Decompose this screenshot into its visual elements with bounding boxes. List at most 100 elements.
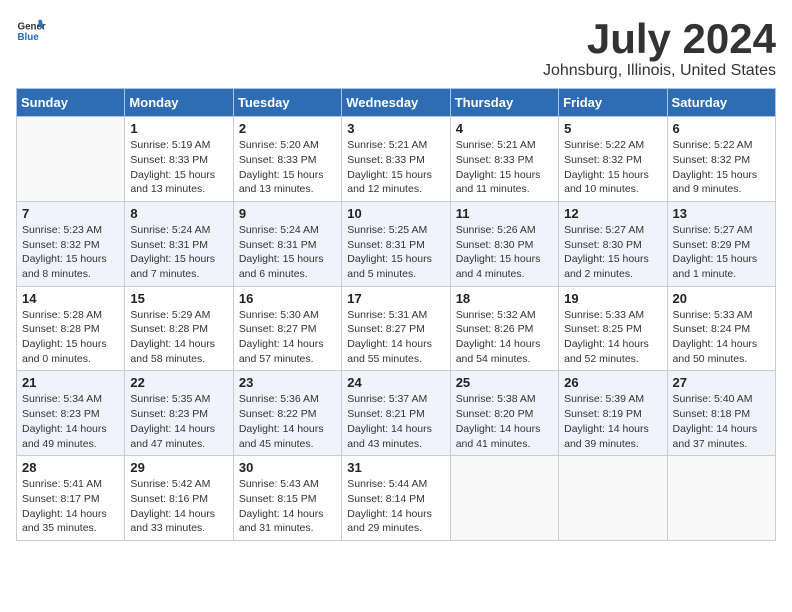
logo-icon: General Blue: [16, 16, 46, 46]
calendar-cell: [667, 456, 775, 541]
day-info: Sunrise: 5:21 AM Sunset: 8:33 PM Dayligh…: [347, 138, 444, 197]
calendar-table: SundayMondayTuesdayWednesdayThursdayFrid…: [16, 88, 776, 541]
weekday-header: Wednesday: [342, 89, 450, 117]
day-info: Sunrise: 5:34 AM Sunset: 8:23 PM Dayligh…: [22, 392, 119, 451]
calendar-week-row: 1 Sunrise: 5:19 AM Sunset: 8:33 PM Daylig…: [17, 117, 776, 202]
day-number: 12: [564, 206, 661, 221]
day-info: Sunrise: 5:44 AM Sunset: 8:14 PM Dayligh…: [347, 477, 444, 536]
day-number: 26: [564, 375, 661, 390]
day-info: Sunrise: 5:22 AM Sunset: 8:32 PM Dayligh…: [564, 138, 661, 197]
day-info: Sunrise: 5:42 AM Sunset: 8:16 PM Dayligh…: [130, 477, 227, 536]
calendar-cell: 27 Sunrise: 5:40 AM Sunset: 8:18 PM Dayli…: [667, 371, 775, 456]
day-number: 14: [22, 291, 119, 306]
day-info: Sunrise: 5:19 AM Sunset: 8:33 PM Dayligh…: [130, 138, 227, 197]
day-number: 23: [239, 375, 336, 390]
calendar-cell: 1 Sunrise: 5:19 AM Sunset: 8:33 PM Daylig…: [125, 117, 233, 202]
svg-text:Blue: Blue: [18, 32, 40, 43]
day-info: Sunrise: 5:39 AM Sunset: 8:19 PM Dayligh…: [564, 392, 661, 451]
calendar-cell: 9 Sunrise: 5:24 AM Sunset: 8:31 PM Daylig…: [233, 201, 341, 286]
page-header: General Blue July 2024 Johnsburg, Illino…: [16, 16, 776, 80]
day-info: Sunrise: 5:37 AM Sunset: 8:21 PM Dayligh…: [347, 392, 444, 451]
day-info: Sunrise: 5:40 AM Sunset: 8:18 PM Dayligh…: [673, 392, 770, 451]
calendar-cell: 26 Sunrise: 5:39 AM Sunset: 8:19 PM Dayli…: [559, 371, 667, 456]
calendar-cell: 30 Sunrise: 5:43 AM Sunset: 8:15 PM Dayli…: [233, 456, 341, 541]
calendar-cell: 12 Sunrise: 5:27 AM Sunset: 8:30 PM Dayli…: [559, 201, 667, 286]
calendar-cell: 23 Sunrise: 5:36 AM Sunset: 8:22 PM Dayli…: [233, 371, 341, 456]
day-number: 28: [22, 460, 119, 475]
day-number: 16: [239, 291, 336, 306]
day-number: 17: [347, 291, 444, 306]
calendar-cell: 29 Sunrise: 5:42 AM Sunset: 8:16 PM Dayli…: [125, 456, 233, 541]
day-info: Sunrise: 5:36 AM Sunset: 8:22 PM Dayligh…: [239, 392, 336, 451]
weekday-header: Monday: [125, 89, 233, 117]
day-info: Sunrise: 5:22 AM Sunset: 8:32 PM Dayligh…: [673, 138, 770, 197]
day-number: 3: [347, 121, 444, 136]
day-info: Sunrise: 5:25 AM Sunset: 8:31 PM Dayligh…: [347, 223, 444, 282]
day-number: 10: [347, 206, 444, 221]
day-number: 4: [456, 121, 553, 136]
day-number: 6: [673, 121, 770, 136]
day-number: 9: [239, 206, 336, 221]
day-number: 7: [22, 206, 119, 221]
title-area: July 2024 Johnsburg, Illinois, United St…: [543, 16, 776, 80]
location-title: Johnsburg, Illinois, United States: [543, 62, 776, 80]
day-info: Sunrise: 5:31 AM Sunset: 8:27 PM Dayligh…: [347, 308, 444, 367]
day-info: Sunrise: 5:33 AM Sunset: 8:24 PM Dayligh…: [673, 308, 770, 367]
calendar-cell: 25Sunrise: 5:38 AM Sunset: 8:20 PM Dayli…: [450, 371, 558, 456]
calendar-cell: [450, 456, 558, 541]
calendar-cell: 16 Sunrise: 5:30 AM Sunset: 8:27 PM Dayli…: [233, 286, 341, 371]
weekday-header: Sunday: [17, 89, 125, 117]
day-info: Sunrise: 5:41 AM Sunset: 8:17 PM Dayligh…: [22, 477, 119, 536]
day-number: 19: [564, 291, 661, 306]
day-number: 2: [239, 121, 336, 136]
day-number: 29: [130, 460, 227, 475]
day-number: 30: [239, 460, 336, 475]
day-info: Sunrise: 5:20 AM Sunset: 8:33 PM Dayligh…: [239, 138, 336, 197]
calendar-cell: 4 Sunrise: 5:21 AM Sunset: 8:33 PM Daylig…: [450, 117, 558, 202]
calendar-cell: 8Sunrise: 5:24 AM Sunset: 8:31 PM Daylig…: [125, 201, 233, 286]
day-number: 21: [22, 375, 119, 390]
calendar-cell: 24Sunrise: 5:37 AM Sunset: 8:21 PM Dayli…: [342, 371, 450, 456]
calendar-cell: 10 Sunrise: 5:25 AM Sunset: 8:31 PM Dayli…: [342, 201, 450, 286]
day-info: Sunrise: 5:27 AM Sunset: 8:30 PM Dayligh…: [564, 223, 661, 282]
day-info: Sunrise: 5:43 AM Sunset: 8:15 PM Dayligh…: [239, 477, 336, 536]
weekday-header-row: SundayMondayTuesdayWednesdayThursdayFrid…: [17, 89, 776, 117]
calendar-cell: 14Sunrise: 5:28 AM Sunset: 8:28 PM Dayli…: [17, 286, 125, 371]
calendar-cell: 15Sunrise: 5:29 AM Sunset: 8:28 PM Dayli…: [125, 286, 233, 371]
day-number: 15: [130, 291, 227, 306]
day-number: 27: [673, 375, 770, 390]
calendar-cell: 19Sunrise: 5:33 AM Sunset: 8:25 PM Dayli…: [559, 286, 667, 371]
calendar-cell: 11Sunrise: 5:26 AM Sunset: 8:30 PM Dayli…: [450, 201, 558, 286]
calendar-cell: [17, 117, 125, 202]
calendar-cell: 20 Sunrise: 5:33 AM Sunset: 8:24 PM Dayli…: [667, 286, 775, 371]
day-number: 20: [673, 291, 770, 306]
day-number: 22: [130, 375, 227, 390]
calendar-week-row: 14Sunrise: 5:28 AM Sunset: 8:28 PM Dayli…: [17, 286, 776, 371]
day-info: Sunrise: 5:27 AM Sunset: 8:29 PM Dayligh…: [673, 223, 770, 282]
day-info: Sunrise: 5:24 AM Sunset: 8:31 PM Dayligh…: [239, 223, 336, 282]
logo: General Blue: [16, 16, 46, 46]
day-info: Sunrise: 5:32 AM Sunset: 8:26 PM Dayligh…: [456, 308, 553, 367]
calendar-cell: 21 Sunrise: 5:34 AM Sunset: 8:23 PM Dayli…: [17, 371, 125, 456]
day-info: Sunrise: 5:26 AM Sunset: 8:30 PM Dayligh…: [456, 223, 553, 282]
month-title: July 2024: [543, 16, 776, 62]
weekday-header: Thursday: [450, 89, 558, 117]
day-info: Sunrise: 5:30 AM Sunset: 8:27 PM Dayligh…: [239, 308, 336, 367]
day-number: 31: [347, 460, 444, 475]
day-number: 25: [456, 375, 553, 390]
day-info: Sunrise: 5:23 AM Sunset: 8:32 PM Dayligh…: [22, 223, 119, 282]
day-number: 13: [673, 206, 770, 221]
calendar-cell: 3 Sunrise: 5:21 AM Sunset: 8:33 PM Daylig…: [342, 117, 450, 202]
weekday-header: Friday: [559, 89, 667, 117]
day-info: Sunrise: 5:24 AM Sunset: 8:31 PM Dayligh…: [130, 223, 227, 282]
calendar-week-row: 28 Sunrise: 5:41 AM Sunset: 8:17 PM Dayli…: [17, 456, 776, 541]
day-info: Sunrise: 5:35 AM Sunset: 8:23 PM Dayligh…: [130, 392, 227, 451]
calendar-cell: 31 Sunrise: 5:44 AM Sunset: 8:14 PM Dayli…: [342, 456, 450, 541]
calendar-cell: 22 Sunrise: 5:35 AM Sunset: 8:23 PM Dayli…: [125, 371, 233, 456]
day-number: 18: [456, 291, 553, 306]
day-number: 1: [130, 121, 227, 136]
calendar-cell: 17 Sunrise: 5:31 AM Sunset: 8:27 PM Dayli…: [342, 286, 450, 371]
calendar-week-row: 7 Sunrise: 5:23 AM Sunset: 8:32 PM Daylig…: [17, 201, 776, 286]
day-number: 5: [564, 121, 661, 136]
day-info: Sunrise: 5:21 AM Sunset: 8:33 PM Dayligh…: [456, 138, 553, 197]
